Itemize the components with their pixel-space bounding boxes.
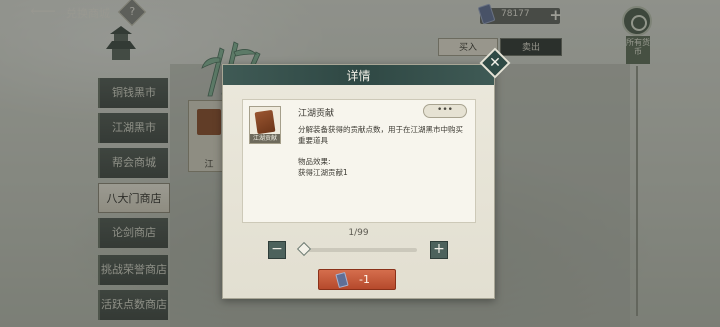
decrease-quantity-button[interactable]: − — [268, 241, 286, 259]
item-name: 江湖贡献 — [298, 109, 335, 119]
detail-dialog: 详情 江湖贡献 江湖贡献 ••• 分解装备获得的贡献点数，用于在江湖黑市中购买重… — [222, 64, 495, 299]
item-thumbnail[interactable]: 江湖贡献 — [249, 106, 281, 144]
more-options-button[interactable]: ••• — [423, 104, 467, 118]
item-effect-value: 获得江湖贡献1 — [298, 168, 348, 177]
dialog-title: 详情 — [346, 69, 371, 83]
dialog-header: 详情 — [223, 65, 494, 85]
increase-quantity-button[interactable]: + — [430, 241, 448, 259]
item-info-box: 江湖贡献 江湖贡献 ••• 分解装备获得的贡献点数，用于在江湖黑市中购买重要道具… — [242, 99, 476, 223]
token-icon — [335, 271, 349, 289]
quantity-text: 1/99 — [348, 228, 369, 238]
confirm-exchange-button[interactable]: -1 — [318, 269, 396, 290]
item-thumb-label: 江湖贡献 — [250, 134, 280, 143]
exchange-cost: -1 — [359, 273, 370, 286]
close-icon: ✕ — [489, 55, 501, 71]
item-effect-label: 物品效果: — [298, 157, 331, 166]
scroll-icon — [254, 109, 276, 135]
quantity-slider[interactable] — [296, 241, 417, 257]
quantity-slider-thumb[interactable] — [296, 241, 312, 257]
item-description: 分解装备获得的贡献点数，用于在江湖黑市中购买重要道具 — [298, 125, 463, 145]
